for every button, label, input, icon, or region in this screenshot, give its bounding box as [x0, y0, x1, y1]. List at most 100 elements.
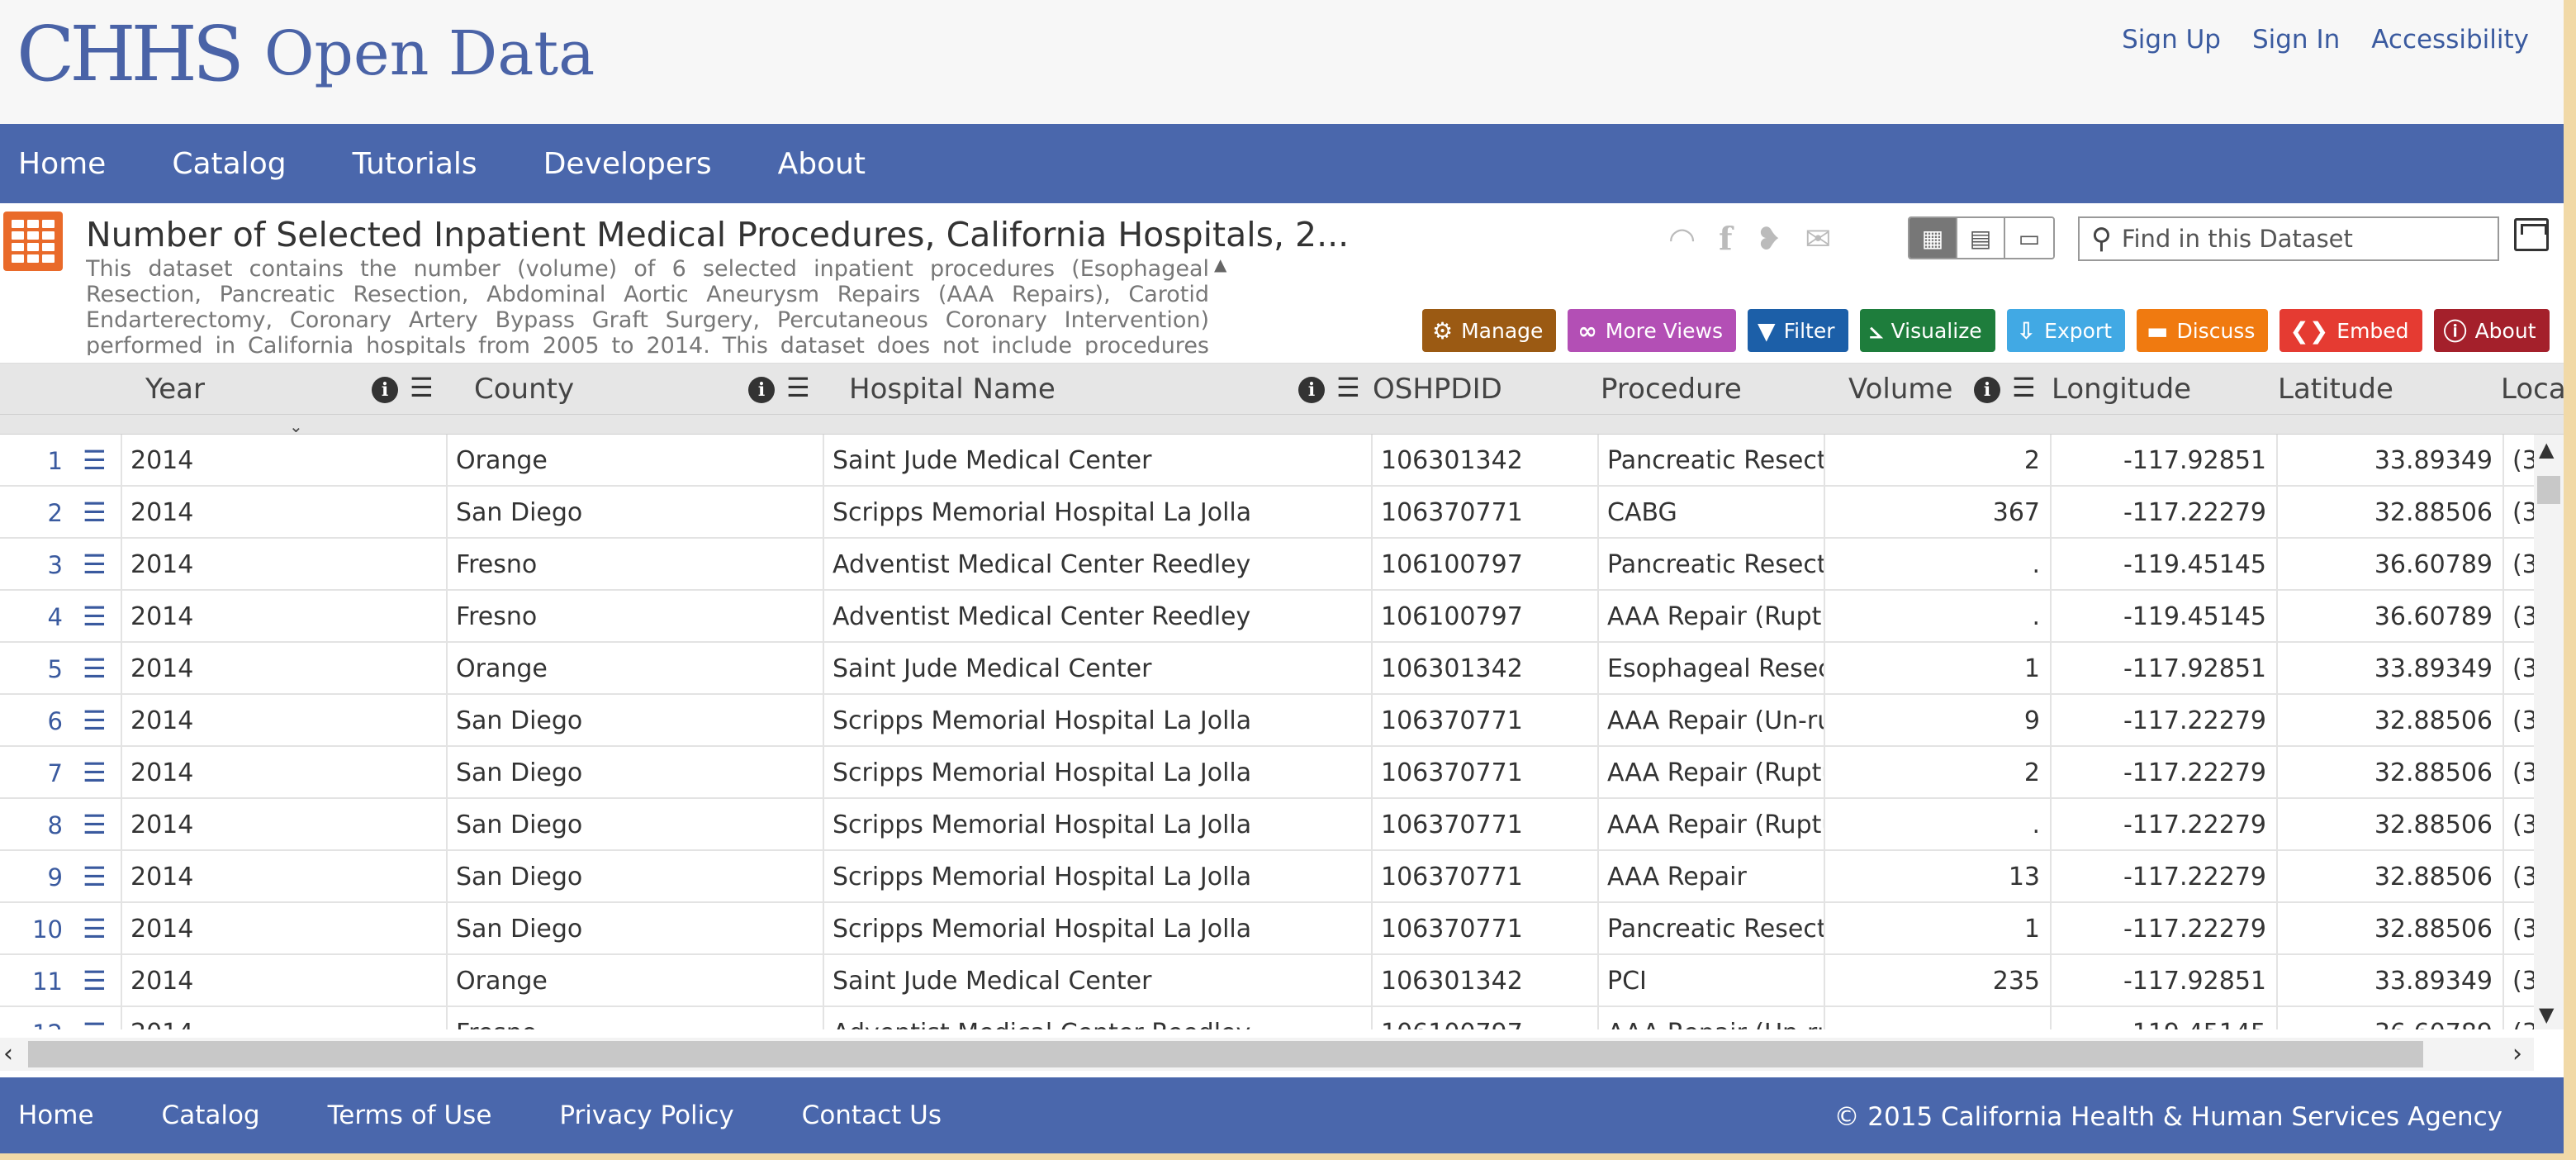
cell-hospital-name[interactable]: Scripps Memorial Hospital La Jolla — [824, 851, 1373, 903]
nav-tutorials[interactable]: Tutorials — [353, 147, 477, 181]
rss-icon[interactable]: ◠ — [1668, 221, 1696, 257]
cell-year[interactable]: 2014 — [122, 643, 448, 695]
page-view-icon[interactable]: ▤ — [1957, 218, 2005, 258]
cell-volume[interactable]: . — [1825, 799, 2052, 851]
cell-longitude[interactable]: -117.22279 — [2052, 799, 2278, 851]
cell-latitude[interactable]: 33.89349 — [2278, 955, 2504, 1007]
table-row[interactable]: 9 ☰ 2014 San Diego Scripps Memorial Hospital… — [0, 851, 2554, 903]
cell-year[interactable]: 2014 — [122, 487, 448, 539]
footer-terms-link[interactable]: Terms of Use — [328, 1101, 492, 1130]
cell-oshpdid[interactable]: 106100797 — [1373, 1007, 1599, 1029]
discuss-button[interactable]: ▬ Discuss — [2137, 309, 2269, 352]
cell-year[interactable]: 2014 — [122, 695, 448, 747]
vertical-scrollbar[interactable]: ▲ ▼ — [2534, 435, 2564, 1029]
column-header-location[interactable]: Locat — [2501, 364, 2564, 415]
cell-longitude[interactable]: -119.45145 — [2052, 539, 2278, 591]
table-row[interactable]: 3 ☰ 2014 Fresno Adventist Medical Center Ree… — [0, 539, 2554, 591]
cell-oshpdid[interactable]: 106100797 — [1373, 539, 1599, 591]
row-menu-icon[interactable]: ☰ — [83, 601, 107, 632]
cell-year[interactable]: 2014 — [122, 539, 448, 591]
export-button[interactable]: ⇩ Export — [2006, 309, 2126, 352]
table-row[interactable]: 11 ☰ 2014 Orange Saint Jude Medical Center 10… — [0, 955, 2554, 1007]
vertical-scroll-thumb[interactable] — [2537, 476, 2560, 504]
cell-oshpdid[interactable]: 106100797 — [1373, 591, 1599, 643]
cell-oshpdid[interactable]: 106370771 — [1373, 487, 1599, 539]
cell-procedure[interactable]: Esophageal Resection — [1599, 643, 1825, 695]
cell-hospital-name[interactable]: Scripps Memorial Hospital La Jolla — [824, 903, 1373, 955]
cell-hospital-name[interactable]: Scripps Memorial Hospital La Jolla — [824, 487, 1373, 539]
cell-latitude[interactable]: 32.88506 — [2278, 799, 2504, 851]
nav-developers[interactable]: Developers — [543, 147, 712, 181]
cell-procedure[interactable]: PCI — [1599, 955, 1825, 1007]
sign-up-link[interactable]: Sign Up — [2122, 25, 2221, 55]
footer-catalog-link[interactable]: Catalog — [162, 1101, 260, 1130]
more-views-button[interactable]: ∞ More Views — [1568, 309, 1737, 352]
cell-county[interactable]: San Diego — [448, 747, 824, 799]
column-header-latitude[interactable]: Latitude — [2278, 364, 2393, 415]
cell-county[interactable]: Fresno — [448, 591, 824, 643]
cell-latitude[interactable]: 32.88506 — [2278, 903, 2504, 955]
cell-county[interactable]: Orange — [448, 643, 824, 695]
cell-longitude[interactable]: -117.22279 — [2052, 747, 2278, 799]
table-row[interactable]: 1 ☰ 2014 Orange Saint Jude Medical Center 106… — [0, 435, 2554, 487]
embed-button[interactable]: ❮❯ Embed — [2279, 309, 2422, 352]
volume-info-icon[interactable]: i — [1974, 377, 2000, 403]
cell-hospital-name[interactable]: Scripps Memorial Hospital La Jolla — [824, 695, 1373, 747]
cell-oshpdid[interactable]: 106370771 — [1373, 799, 1599, 851]
cell-volume[interactable]: 9 — [1825, 695, 2052, 747]
column-header-longitude[interactable]: Longitude — [2052, 364, 2191, 415]
column-header-hospital-name[interactable]: Hospital Name — [849, 364, 1056, 415]
cell-year[interactable]: 2014 — [122, 955, 448, 1007]
cell-hospital-name[interactable]: Saint Jude Medical Center — [824, 955, 1373, 1007]
row-menu-icon[interactable]: ☰ — [83, 705, 107, 736]
cell-procedure[interactable]: AAA Repair (Ruptured) — [1599, 591, 1825, 643]
cell-procedure[interactable]: Pancreatic Resection — [1599, 435, 1825, 487]
column-header-volume[interactable]: Volume — [1848, 364, 1952, 415]
cell-latitude[interactable]: 32.88506 — [2278, 695, 2504, 747]
grid-view-icon[interactable]: ▦ — [1909, 218, 1957, 258]
cell-longitude[interactable]: -119.45145 — [2052, 1007, 2278, 1029]
column-header-county[interactable]: County — [474, 364, 574, 415]
cell-longitude[interactable]: -117.22279 — [2052, 903, 2278, 955]
cell-county[interactable]: Fresno — [448, 1007, 824, 1029]
cell-procedure[interactable]: AAA Repair (Ruptured) — [1599, 799, 1825, 851]
nav-about[interactable]: About — [778, 147, 866, 181]
table-row[interactable]: 5 ☰ 2014 Orange Saint Jude Medical Center 106… — [0, 643, 2554, 695]
cell-procedure[interactable]: Pancreatic Resection — [1599, 539, 1825, 591]
cell-longitude[interactable]: -117.92851 — [2052, 643, 2278, 695]
scroll-down-icon[interactable]: ▼ — [2539, 1003, 2554, 1026]
cell-oshpdid[interactable]: 106301342 — [1373, 435, 1599, 487]
hospital-menu-icon[interactable]: ☰ — [1336, 372, 1360, 403]
horizontal-scrollbar[interactable]: ‹ › — [0, 1038, 2534, 1071]
cell-volume[interactable]: . — [1825, 539, 2052, 591]
footer-privacy-link[interactable]: Privacy Policy — [559, 1101, 733, 1130]
footer-contact-link[interactable]: Contact Us — [802, 1101, 942, 1130]
nav-home[interactable]: Home — [18, 147, 106, 181]
cell-oshpdid[interactable]: 106370771 — [1373, 747, 1599, 799]
cell-volume[interactable]: 2 — [1825, 435, 2052, 487]
filter-button[interactable]: ▼ Filter — [1748, 309, 1848, 352]
row-menu-icon[interactable]: ☰ — [83, 653, 107, 684]
cell-latitude[interactable]: 33.89349 — [2278, 643, 2504, 695]
cell-year[interactable]: 2014 — [122, 435, 448, 487]
cell-longitude[interactable]: -117.22279 — [2052, 487, 2278, 539]
cell-latitude[interactable]: 32.88506 — [2278, 487, 2504, 539]
cell-oshpdid[interactable]: 106370771 — [1373, 903, 1599, 955]
facebook-icon[interactable]: f — [1719, 220, 1732, 257]
cell-county[interactable]: San Diego — [448, 903, 824, 955]
cell-latitude[interactable]: 32.88506 — [2278, 851, 2504, 903]
cell-procedure[interactable]: AAA Repair (Un-ruptured) — [1599, 1007, 1825, 1029]
cell-volume[interactable]: 367 — [1825, 487, 2052, 539]
cell-procedure[interactable]: AAA Repair (Un-ruptured) — [1599, 695, 1825, 747]
cell-procedure[interactable]: AAA Repair — [1599, 851, 1825, 903]
cell-latitude[interactable]: 36.60789 — [2278, 539, 2504, 591]
nav-catalog[interactable]: Catalog — [172, 147, 286, 181]
hospital-info-icon[interactable]: i — [1298, 377, 1325, 403]
row-menu-icon[interactable]: ☰ — [83, 497, 107, 528]
fullscreen-icon[interactable] — [2514, 218, 2549, 251]
cell-volume[interactable]: . — [1825, 591, 2052, 643]
footer-home-link[interactable]: Home — [18, 1101, 94, 1130]
cell-year[interactable]: 2014 — [122, 799, 448, 851]
accessibility-link[interactable]: Accessibility — [2371, 25, 2529, 55]
cell-county[interactable]: San Diego — [448, 487, 824, 539]
